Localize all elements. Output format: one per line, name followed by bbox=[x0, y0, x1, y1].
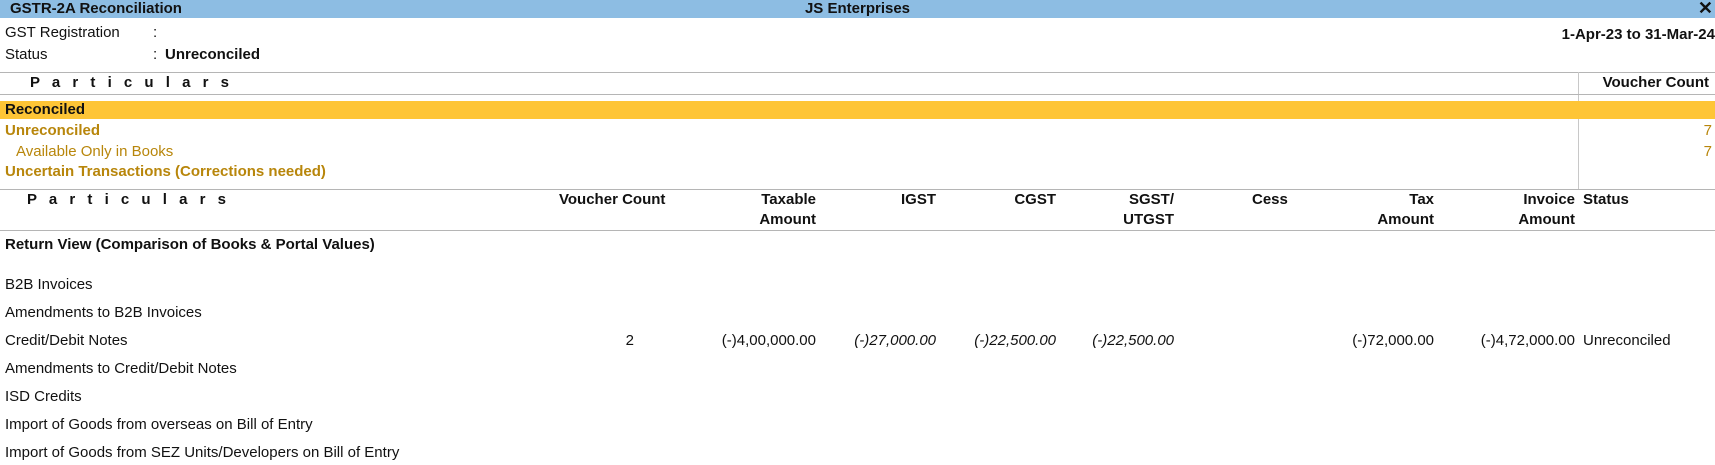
row-label: ISD Credits bbox=[5, 388, 82, 405]
header-line: SGST/ bbox=[1128, 191, 1174, 208]
tax-amount-cell: (-)72,000.00 bbox=[1352, 332, 1434, 349]
voucher-count-cell: 2 bbox=[625, 332, 634, 349]
cgst-cell: (-)22,500.00 bbox=[974, 332, 1056, 349]
sgst-utgst-cell: (-)22,500.00 bbox=[1092, 332, 1174, 349]
igst-cell: (-)27,000.00 bbox=[854, 332, 936, 349]
taxable-amount-cell: (-)4,00,000.00 bbox=[721, 332, 816, 349]
detail-particulars-header: P a r t i c u l a r s bbox=[27, 191, 230, 208]
detail-taxable-amount-header: Taxable Amount bbox=[700, 190, 816, 230]
row-label: Import of Goods from SEZ Units/Developer… bbox=[5, 444, 400, 461]
table-row-credit-debit-notes[interactable]: Credit/Debit Notes 2 (-)4,00,000.00 (-)2… bbox=[0, 329, 1715, 353]
table-row-isd-credits[interactable]: ISD Credits bbox=[0, 385, 1715, 409]
summary-row-label: Unreconciled bbox=[5, 122, 101, 139]
detail-sgst-utgst-header: SGST/ UTGST bbox=[1075, 190, 1174, 230]
header-line: Amount bbox=[759, 211, 816, 228]
summary-row-count: 7 bbox=[1703, 143, 1712, 160]
summary-row-available-only-in-books[interactable]: Available Only in Books 7 bbox=[0, 142, 1715, 161]
summary-voucher-count-header: Voucher Count bbox=[1602, 74, 1709, 91]
report-title: GSTR-2A Reconciliation bbox=[10, 0, 182, 17]
row-label: B2B Invoices bbox=[5, 276, 93, 293]
divider bbox=[0, 94, 1715, 95]
detail-status-header: Status bbox=[1583, 191, 1629, 208]
period-range[interactable]: 1-Apr-23 to 31-Mar-24 bbox=[1562, 26, 1715, 43]
divider bbox=[0, 72, 1715, 73]
company-name: JS Enterprises bbox=[804, 0, 911, 17]
status-value[interactable]: Unreconciled bbox=[165, 46, 260, 63]
row-label: Credit/Debit Notes bbox=[5, 332, 128, 349]
header-line: UTGST bbox=[1123, 211, 1174, 228]
status-colon: : bbox=[153, 46, 158, 63]
summary-row-label: Reconciled bbox=[5, 101, 86, 118]
gst-registration-row: GST Registration: bbox=[5, 24, 165, 41]
summary-row-label: Available Only in Books bbox=[16, 143, 174, 160]
table-row-amendments-credit-debit[interactable]: Amendments to Credit/Debit Notes bbox=[0, 357, 1715, 381]
row-label: Amendments to Credit/Debit Notes bbox=[5, 360, 237, 377]
row-label: Amendments to B2B Invoices bbox=[5, 304, 202, 321]
header-line: Taxable bbox=[761, 191, 816, 208]
status-cell: Unreconciled bbox=[1583, 332, 1671, 349]
header-line: Tax bbox=[1409, 191, 1434, 208]
divider bbox=[0, 230, 1715, 231]
detail-voucher-count-header: Voucher Count bbox=[559, 191, 666, 208]
summary-row-count: 7 bbox=[1703, 122, 1712, 139]
row-label: Import of Goods from overseas on Bill of… bbox=[5, 416, 313, 433]
close-icon[interactable]: ✕ bbox=[1698, 0, 1713, 17]
detail-cgst-header: CGST bbox=[1014, 191, 1056, 208]
table-row-b2b-invoices[interactable]: B2B Invoices bbox=[0, 273, 1715, 297]
header-line: Invoice bbox=[1523, 191, 1575, 208]
summary-particulars-header: P a r t i c u l a r s bbox=[30, 74, 233, 91]
status-row: Status: Unreconciled bbox=[5, 46, 260, 63]
status-label: Status bbox=[5, 46, 48, 63]
header-line: Amount bbox=[1377, 211, 1434, 228]
detail-invoice-amount-header: Invoice Amount bbox=[1460, 190, 1575, 230]
gst-registration-colon: : bbox=[153, 24, 158, 41]
title-bar: JS Enterprises GSTR-2A Reconciliation ✕ bbox=[0, 0, 1715, 18]
summary-row-unreconciled[interactable]: Unreconciled 7 bbox=[0, 121, 1715, 140]
invoice-amount-cell: (-)4,72,000.00 bbox=[1480, 332, 1575, 349]
detail-tax-amount-header: Tax Amount bbox=[1330, 190, 1434, 230]
detail-cess-header: Cess bbox=[1252, 191, 1288, 208]
summary-row-label: Uncertain Transactions (Corrections need… bbox=[5, 163, 326, 180]
summary-row-reconciled[interactable]: Reconciled bbox=[0, 101, 1715, 119]
gst-registration-label: GST Registration bbox=[5, 24, 120, 41]
table-row-import-goods-sez[interactable]: Import of Goods from SEZ Units/Developer… bbox=[0, 441, 1715, 465]
header-line: Amount bbox=[1518, 211, 1575, 228]
summary-row-uncertain-transactions[interactable]: Uncertain Transactions (Corrections need… bbox=[0, 162, 1715, 181]
section-title: Return View (Comparison of Books & Porta… bbox=[5, 236, 375, 253]
table-row-amendments-b2b[interactable]: Amendments to B2B Invoices bbox=[0, 301, 1715, 325]
detail-igst-header: IGST bbox=[900, 191, 936, 208]
table-row-import-goods-overseas[interactable]: Import of Goods from overseas on Bill of… bbox=[0, 413, 1715, 437]
